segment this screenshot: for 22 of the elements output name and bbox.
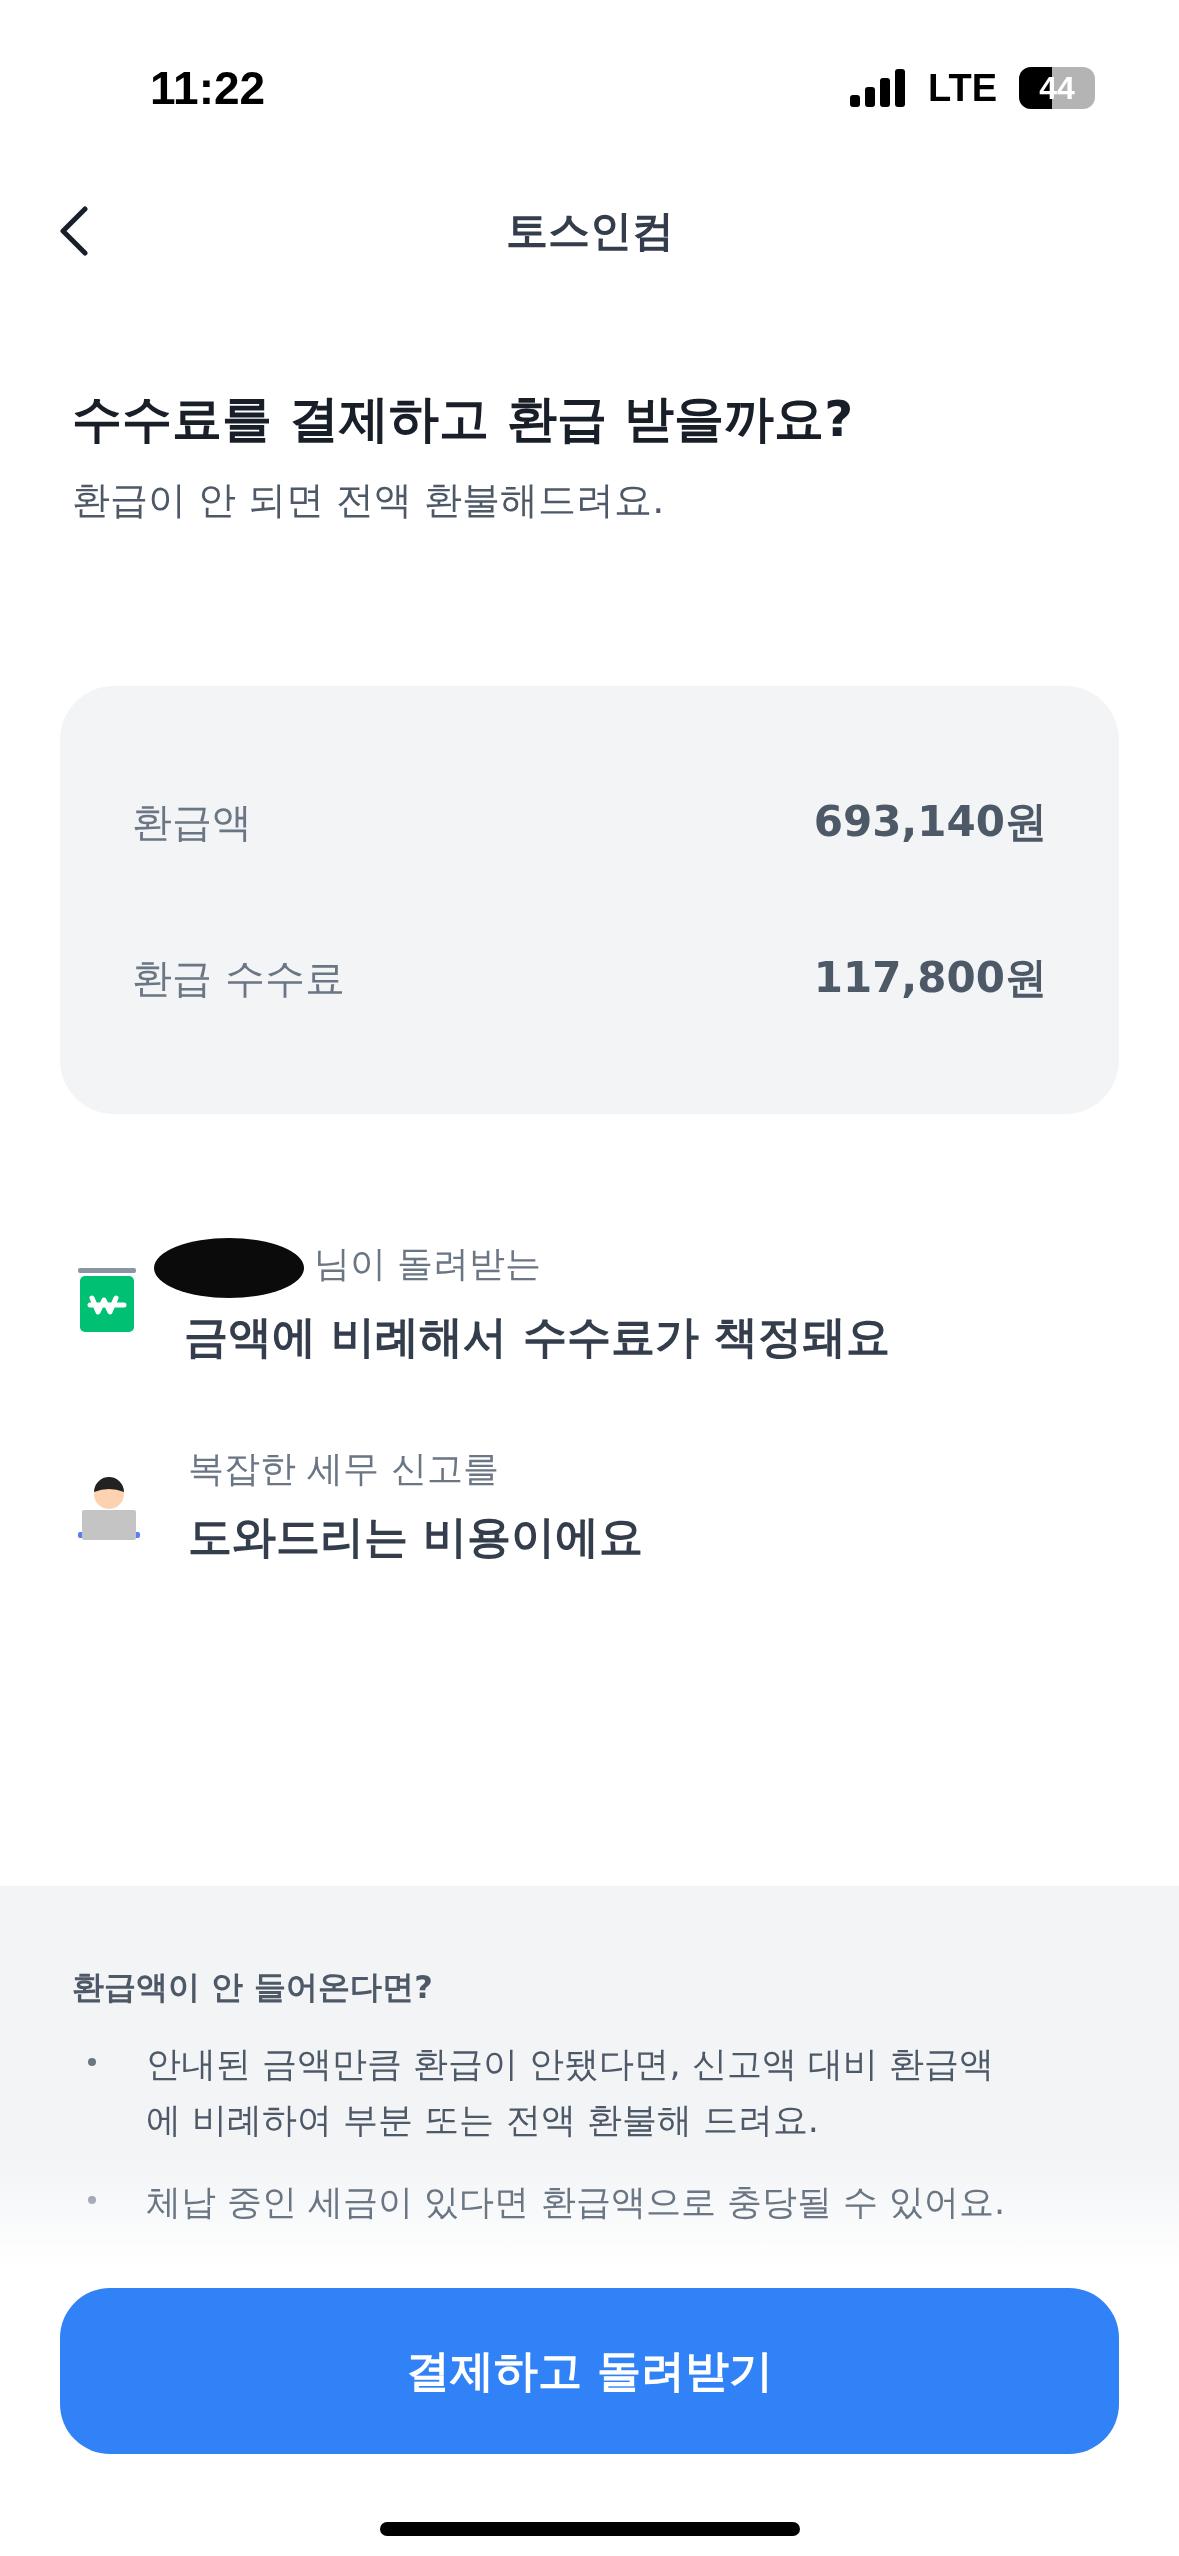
reason-caption: 님이 돌려받는 [314, 1241, 542, 1286]
page-heading: 수수료를 결제하고 환급 받을까요? [72, 389, 855, 450]
notice-text: 안내된 금액만큼 환급이 안됐다면, 신고액 대비 환급액에 비례하여 부분 또는 전액 환불해 드려요. [146, 2043, 995, 2142]
reason-text: 도와드리는 비용이에요 [188, 1510, 644, 1564]
summary-value: 693,140원 [813, 796, 1047, 848]
reason-text: 금액에 비례해서 수수료가 책정돼요 [184, 1310, 890, 1364]
status-time: 11:22 [150, 61, 266, 115]
back-icon [59, 205, 89, 257]
pay-button[interactable]: 결제하고 돌려받기 [60, 2288, 1119, 2454]
notice-title: 환급액이 안 들어온다면? [72, 1967, 434, 2008]
bullet-icon [88, 2196, 96, 2204]
bullet-icon [88, 2058, 96, 2066]
summary-value: 117,800원 [813, 952, 1047, 1004]
reason-caption: 복잡한 세무 신고를 [188, 1447, 499, 1491]
nav-title: 토스인컴 [505, 205, 674, 257]
money-icon [78, 1267, 136, 1334]
summary-label: 환급 수수료 [132, 953, 345, 1003]
network-label: LTE [928, 66, 997, 110]
notice-text: 체납 중인 세금이 있다면 환급액으로 충당될 수 있어요. [146, 2181, 1005, 2224]
signal-icon [850, 69, 907, 107]
summary-label: 환급액 [132, 797, 252, 847]
page-subtitle: 환급이 안 되면 전액 환불해드려요. [72, 477, 666, 524]
